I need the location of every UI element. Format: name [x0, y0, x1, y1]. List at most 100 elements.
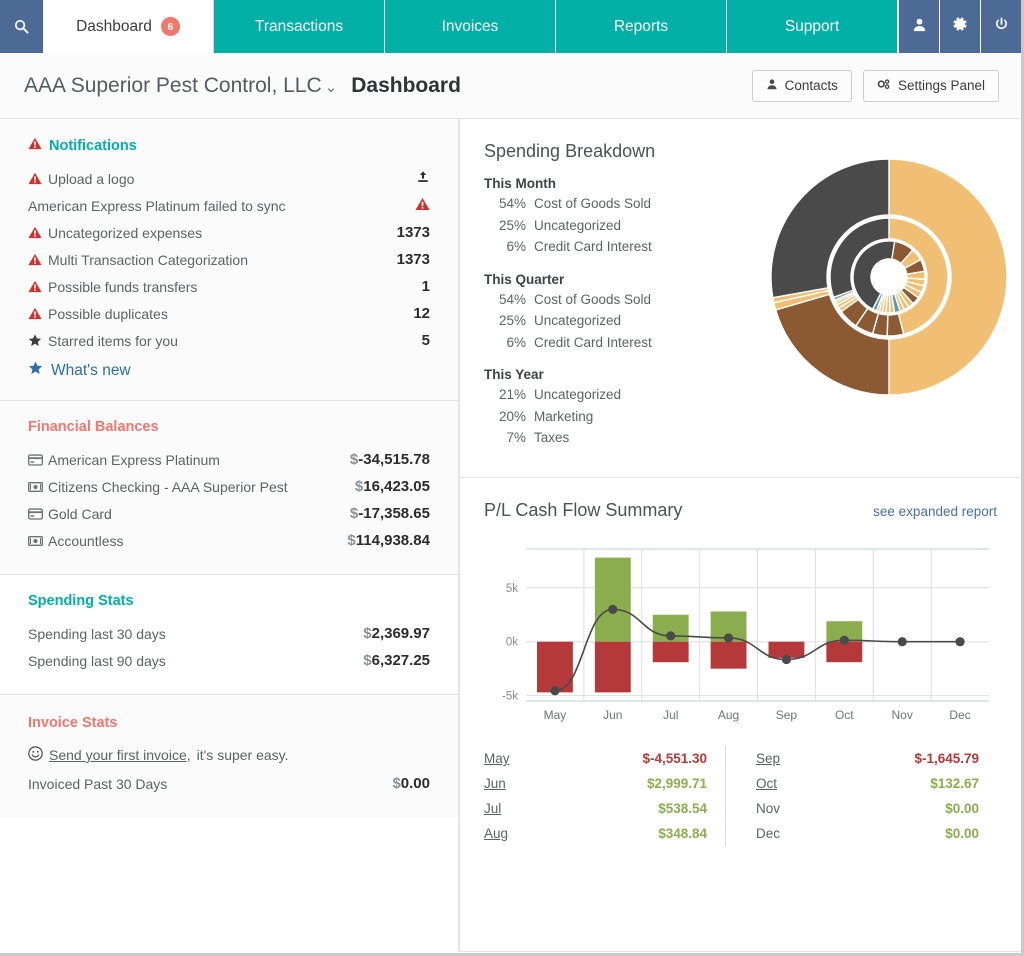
- invoice-stats-card: Invoice Stats Send your first invoice, i…: [0, 695, 458, 817]
- tab-invoices[interactable]: Invoices: [385, 0, 556, 53]
- company-name-label: AAA Superior Pest Control, LLC: [24, 73, 322, 97]
- pl-amount: $2,999.71: [646, 776, 707, 791]
- sb-pct: 21%: [498, 387, 526, 402]
- sb-pct: 7%: [506, 430, 526, 445]
- settings-panel-button-label: Settings Panel: [897, 78, 985, 93]
- notification-count: 1373: [396, 224, 430, 241]
- sb-pct: 25%: [498, 217, 526, 233]
- tab-transactions-label: Transactions: [254, 17, 344, 35]
- pl-month-label: Nov: [756, 801, 781, 816]
- amount-value: 0.00: [400, 775, 430, 792]
- user-icon: [912, 17, 927, 37]
- warning-icon: [28, 137, 42, 154]
- send-first-invoice-link[interactable]: Send your first invoice,: [49, 747, 191, 763]
- upload-icon[interactable]: [416, 170, 430, 187]
- spending-stat-amount: $2,369.97: [363, 625, 430, 642]
- contacts-button[interactable]: Contacts: [751, 69, 852, 102]
- sb-label: Cost of Goods Sold: [534, 196, 652, 211]
- balance-amount: $-17,358.65: [350, 505, 430, 522]
- notifications-card: Notifications Upload a logo American Exp…: [0, 119, 458, 401]
- pl-month-link[interactable]: Aug: [484, 826, 554, 841]
- notification-item[interactable]: Possible funds transfers 1: [28, 273, 430, 300]
- whats-new-link[interactable]: What's new: [28, 354, 430, 380]
- sb-item: 20% Marketing: [484, 406, 997, 428]
- company-selector[interactable]: AAA Superior Pest Control, LLC ⌄: [24, 74, 337, 98]
- balance-row[interactable]: Accountless $114,938.84: [28, 527, 430, 554]
- pl-month-link[interactable]: Oct: [756, 776, 826, 791]
- balance-row[interactable]: Citizens Checking - AAA Superior Pest $1…: [28, 473, 430, 500]
- pl-chart-svg: 5k 0k -5k May Jun Jul Aug Sep Oct Nov Dec: [502, 548, 989, 722]
- sb-label: Credit Card Interest: [534, 239, 652, 254]
- invoice-stats-title: Invoice Stats: [28, 715, 118, 731]
- bank-note-icon: [28, 481, 48, 493]
- svg-text:0k: 0k: [506, 637, 518, 649]
- spending-donut-chart[interactable]: [769, 157, 1009, 397]
- pl-cash-flow-panel: P/L Cash Flow Summary see expanded repor…: [459, 478, 1021, 952]
- tab-support[interactable]: Support: [727, 0, 898, 53]
- tab-dashboard-label: Dashboard: [76, 17, 152, 35]
- currency-symbol: $: [347, 532, 356, 549]
- balance-row[interactable]: Gold Card $-17,358.65: [28, 500, 430, 527]
- donut-svg: [770, 158, 1008, 396]
- tab-support-label: Support: [784, 17, 840, 35]
- top-navigation: Dashboard 6 Transactions Invoices Report…: [0, 0, 1021, 53]
- dashboard-app: Dashboard 6 Transactions Invoices Report…: [0, 0, 1024, 956]
- notification-count: 1: [421, 278, 430, 295]
- gear-icon: [952, 16, 968, 37]
- svg-text:Sep: Sep: [776, 708, 798, 722]
- settings-button[interactable]: [939, 0, 980, 53]
- sb-pct: 54%: [498, 291, 526, 307]
- credit-card-icon: [28, 507, 48, 520]
- settings-panel-button[interactable]: Settings Panel: [862, 69, 999, 102]
- invoiced-amount: $0.00: [392, 775, 430, 792]
- warning-icon: [415, 197, 430, 214]
- sb-label: Uncategorized: [534, 313, 622, 328]
- see-expanded-report-link[interactable]: see expanded report: [873, 504, 997, 519]
- pl-month-link[interactable]: Sep: [756, 751, 826, 766]
- user-menu-button[interactable]: [898, 0, 939, 53]
- pl-header: P/L Cash Flow Summary see expanded repor…: [484, 500, 997, 521]
- pl-row: Dec $0.00: [756, 821, 997, 846]
- tab-transactions[interactable]: Transactions: [214, 0, 385, 53]
- pl-table-left: May $-4,551.30 Jun $2,999.71 Jul $538.54 Au…: [484, 746, 725, 846]
- notification-item[interactable]: Upload a logo: [28, 165, 430, 192]
- spending-stat-row: Spending last 90 days $6,327.25: [28, 647, 430, 674]
- left-column: Notifications Upload a logo American Exp…: [0, 119, 459, 952]
- notification-label: Possible duplicates: [48, 305, 168, 322]
- notifications-title: Notifications: [49, 137, 137, 154]
- amount-value: 16,423.05: [363, 478, 430, 495]
- svg-text:Aug: Aug: [718, 708, 739, 722]
- pl-chart[interactable]: 5k 0k -5k May Jun Jul Aug Sep Oct Nov Dec: [484, 539, 997, 724]
- notification-item[interactable]: Possible duplicates 12: [28, 300, 430, 327]
- bank-note-icon: [28, 535, 48, 547]
- notifications-title-row: Notifications: [28, 137, 430, 154]
- notification-item[interactable]: Multi Transaction Categorization 1373: [28, 246, 430, 273]
- currency-symbol: $: [363, 625, 372, 642]
- pl-month-link[interactable]: Jul: [484, 801, 554, 816]
- user-icon: [766, 78, 778, 93]
- sb-pct: 54%: [498, 196, 526, 211]
- warning-icon: [28, 172, 48, 185]
- spending-stat-label: Spending last 90 days: [28, 652, 166, 669]
- pl-month-link[interactable]: May: [484, 751, 554, 766]
- search-button[interactable]: [0, 0, 43, 53]
- financial-balances-title: Financial Balances: [28, 419, 159, 435]
- notification-item[interactable]: Starred items for you 5: [28, 327, 430, 354]
- logout-button[interactable]: [980, 0, 1021, 53]
- notification-item[interactable]: Uncategorized expenses 1373: [28, 219, 430, 246]
- gears-icon: [877, 78, 891, 93]
- svg-text:-5k: -5k: [502, 691, 518, 703]
- notification-count: 1373: [396, 251, 430, 268]
- tab-reports[interactable]: Reports: [556, 0, 727, 53]
- amount-value: -17,358.65: [358, 505, 430, 522]
- sb-item: 7% Taxes: [484, 427, 997, 449]
- pl-row: Nov $0.00: [756, 796, 997, 821]
- chevron-down-icon: ⌄: [324, 78, 338, 96]
- power-icon: [994, 17, 1009, 37]
- pl-month-link[interactable]: Jun: [484, 776, 554, 791]
- tab-dashboard[interactable]: Dashboard 6: [43, 0, 214, 53]
- balance-row[interactable]: American Express Platinum $-34,515.78: [28, 446, 430, 473]
- notification-item[interactable]: American Express Platinum failed to sync: [28, 192, 430, 219]
- star-icon: [28, 361, 43, 380]
- currency-symbol: $: [363, 652, 372, 669]
